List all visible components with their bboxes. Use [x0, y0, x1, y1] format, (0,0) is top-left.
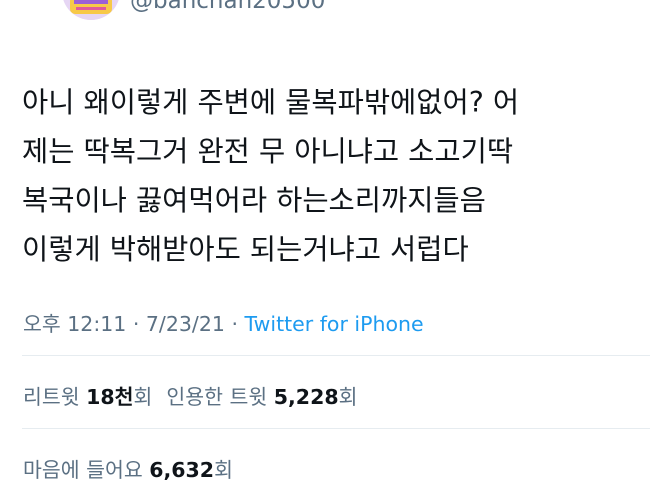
tweet-time[interactable]: 오후 12:11: [23, 312, 126, 336]
quote-tweets-label: 인용한 트윗: [166, 385, 268, 409]
tweet-metadata: 오후 12:11 · 7/23/21 · Twitter for iPhone: [23, 307, 424, 337]
likes-label: 마음에 들어요: [23, 458, 143, 482]
retweets-stat[interactable]: 리트윗 18천회: [23, 380, 152, 410]
divider: [22, 428, 650, 429]
quote-tweets-stat[interactable]: 인용한 트윗 5,228회: [166, 380, 357, 410]
divider: [22, 355, 650, 356]
likes-count: 6,632: [149, 458, 215, 482]
tweet-text-line: 복국이나 끓여먹어라 하는소리까지들음: [22, 184, 486, 217]
retweets-label: 리트윗: [23, 385, 80, 409]
tweet-date[interactable]: 7/23/21: [146, 312, 225, 336]
profile-image: [62, 0, 120, 20]
likes-stat[interactable]: 마음에 들어요 6,632회: [23, 453, 233, 483]
tweet-text-line: 제는 딱복그거 완전 무 아니냐고 소고기딱: [22, 135, 514, 168]
metadata-separator: ·: [224, 312, 245, 336]
avatar[interactable]: [62, 0, 120, 20]
retweets-unit: 회: [133, 385, 153, 409]
engagement-stats-row: 리트윗 18천회 인용한 트윗 5,228회: [23, 380, 371, 410]
tweet-text-line: 아니 왜이렇게 주변에 물복파밖에없어? 어: [22, 86, 520, 119]
retweets-count: 18천: [86, 385, 134, 409]
quote-tweets-count: 5,228: [273, 385, 339, 409]
user-handle[interactable]: @banchan20500: [130, 0, 325, 14]
quote-tweets-unit: 회: [338, 385, 358, 409]
tweet-text-line: 이렇게 박해받아도 되는거냐고 서럽다: [22, 233, 469, 266]
likes-stats-row: 마음에 들어요 6,632회: [23, 453, 247, 483]
tweet-source-link[interactable]: Twitter for iPhone: [244, 312, 423, 336]
metadata-separator: ·: [126, 312, 146, 336]
likes-unit: 회: [214, 458, 233, 482]
tweet-text: 아니 왜이렇게 주변에 물복파밖에없어? 어 제는 딱복그거 완전 무 아니냐고…: [22, 78, 642, 274]
